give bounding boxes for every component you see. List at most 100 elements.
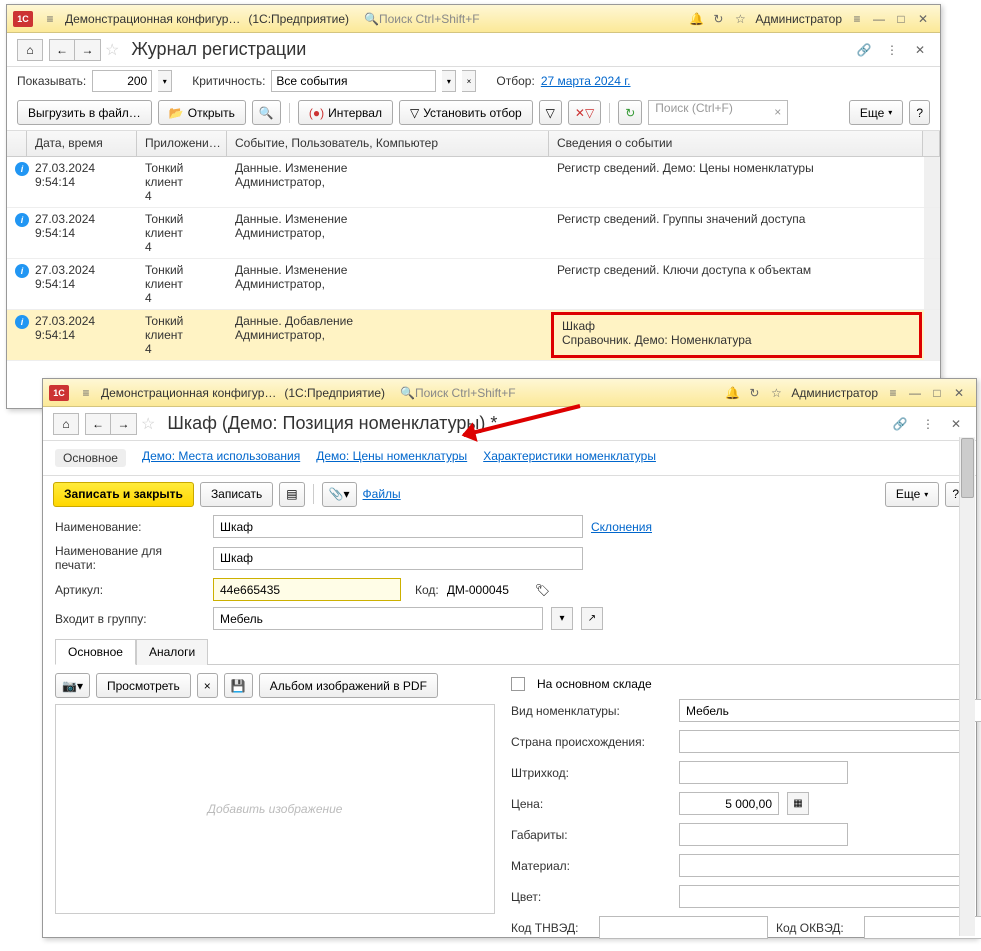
favorite-star-icon[interactable]: ☆ — [105, 40, 119, 60]
code-value — [447, 583, 527, 597]
save-img-button[interactable]: 💾 — [224, 673, 253, 698]
col-date[interactable]: Дата, время — [27, 131, 137, 156]
titlebar: 1C ≡ Демонстрационная конфигур… (1С:Пред… — [7, 5, 940, 33]
camera-button[interactable]: 📷▾ — [55, 673, 90, 698]
tnved-input[interactable] — [599, 916, 768, 939]
crit-clear[interactable]: × — [462, 70, 476, 92]
save-close-button[interactable]: Записать и закрыть — [53, 482, 194, 507]
star-icon[interactable]: ☆ — [765, 383, 787, 403]
global-search[interactable]: 🔍 Поиск Ctrl+Shift+F — [357, 9, 487, 29]
itab-analogs[interactable]: Аналоги — [136, 639, 208, 665]
vertical-scrollbar[interactable] — [959, 437, 975, 936]
set-filter-button[interactable]: ▽Установить отбор — [399, 100, 533, 125]
declensions-link[interactable]: Склонения — [591, 520, 652, 534]
tab-chars[interactable]: Характеристики номенклатуры — [483, 449, 656, 467]
album-button[interactable]: Альбом изображений в PDF — [259, 673, 438, 698]
name-input[interactable] — [213, 515, 583, 538]
filter-on-button[interactable]: ▽ — [539, 100, 562, 125]
find-refs-button[interactable]: 🔍 — [252, 100, 281, 125]
history-icon[interactable]: ↻ — [707, 9, 729, 29]
group-input[interactable] — [213, 607, 543, 630]
material-input[interactable] — [679, 854, 973, 877]
show-stepper[interactable]: ▾ — [158, 70, 172, 92]
home-button[interactable]: ⌂ — [17, 39, 43, 61]
global-search[interactable]: 🔍 Поиск Ctrl+Shift+F — [393, 383, 523, 403]
col-info[interactable]: Сведения о событии — [549, 131, 923, 156]
close-icon[interactable]: ✕ — [912, 9, 934, 29]
tag-icon[interactable]: 🏷 — [535, 583, 550, 597]
col-app[interactable]: Приложени… — [137, 131, 227, 156]
save-button[interactable]: Записать — [200, 482, 273, 507]
attach-button[interactable]: 📎▾ — [322, 482, 357, 507]
maximize-icon[interactable]: □ — [926, 383, 948, 403]
material-label: Материал: — [511, 859, 671, 873]
col-event[interactable]: Событие, Пользователь, Компьютер — [227, 131, 549, 156]
table-search-input[interactable]: Поиск (Ctrl+F)× — [648, 100, 788, 125]
minimize-icon[interactable]: — — [868, 9, 890, 29]
tab-prices[interactable]: Демо: Цены номенклатуры — [316, 449, 467, 467]
clear-img-button[interactable]: × — [197, 673, 218, 698]
export-button[interactable]: Выгрузить в файл… — [17, 100, 152, 125]
forward-button[interactable]: → — [75, 39, 101, 61]
itab-main[interactable]: Основное — [55, 639, 136, 665]
user-label: Администратор — [787, 386, 882, 400]
settings-icon[interactable]: ≡ — [882, 383, 904, 403]
link-icon[interactable]: 🔗 — [890, 414, 910, 434]
country-input[interactable] — [679, 730, 973, 753]
tab-places[interactable]: Демо: Места использования — [142, 449, 300, 467]
table-row[interactable]: i 27.03.20249:54:14 Тонкий клиент4 Данны… — [7, 208, 940, 259]
back-button[interactable]: ← — [85, 413, 111, 435]
interval-button[interactable]: (●)Интервал — [298, 100, 393, 125]
link-icon[interactable]: 🔗 — [854, 40, 874, 60]
view-button[interactable]: Просмотреть — [96, 673, 191, 698]
minimize-icon[interactable]: — — [904, 383, 926, 403]
filter-date-link[interactable]: 27 марта 2024 г. — [541, 74, 631, 88]
back-button[interactable]: ← — [49, 39, 75, 61]
bell-icon[interactable]: 🔔 — [685, 9, 707, 29]
history-icon[interactable]: ↻ — [743, 383, 765, 403]
bell-icon[interactable]: 🔔 — [721, 383, 743, 403]
show-count-input[interactable] — [92, 70, 152, 92]
help-button[interactable]: ? — [909, 100, 930, 125]
favorite-star-icon[interactable]: ☆ — [141, 414, 155, 434]
close-tab-icon[interactable]: ✕ — [946, 414, 966, 434]
app-name: Демонстрационная конфигур… — [61, 12, 244, 26]
home-button[interactable]: ⌂ — [53, 413, 79, 435]
tab-main[interactable]: Основное — [55, 449, 126, 467]
table-row[interactable]: i 27.03.20249:54:14 Тонкий клиент4 Данны… — [7, 157, 940, 208]
barcode-input[interactable] — [679, 761, 848, 784]
forward-button[interactable]: → — [111, 413, 137, 435]
files-link[interactable]: Файлы — [363, 487, 401, 501]
refresh-button[interactable]: ↻ — [618, 100, 642, 125]
open-button[interactable]: 📂Открыть — [158, 100, 246, 125]
stock-checkbox[interactable] — [511, 677, 525, 691]
menu-icon[interactable]: ≡ — [75, 383, 97, 403]
more-menu-icon[interactable]: ⋮ — [882, 40, 902, 60]
calc-icon[interactable]: ▦ — [787, 792, 809, 815]
item-window: 1C ≡ Демонстрационная конфигур… (1С:Пред… — [42, 378, 977, 938]
table-row[interactable]: i 27.03.20249:54:14 Тонкий клиент4 Данны… — [7, 259, 940, 310]
star-icon[interactable]: ☆ — [729, 9, 751, 29]
kind-input[interactable] — [679, 699, 981, 722]
crit-select[interactable] — [271, 70, 436, 92]
menu-icon[interactable]: ≡ — [39, 9, 61, 29]
pname-input[interactable] — [213, 547, 583, 570]
more-button[interactable]: Еще▾ — [849, 100, 903, 125]
price-input[interactable] — [679, 792, 779, 815]
dims-input[interactable] — [679, 823, 848, 846]
settings-icon[interactable]: ≡ — [846, 9, 868, 29]
close-tab-icon[interactable]: ✕ — [910, 40, 930, 60]
group-open[interactable]: ↗ — [581, 607, 603, 630]
more-button-2[interactable]: Еще▾ — [885, 482, 939, 507]
image-placeholder[interactable]: Добавить изображение — [55, 704, 495, 914]
more-menu-icon[interactable]: ⋮ — [918, 414, 938, 434]
table-row[interactable]: i 27.03.20249:54:14 Тонкий клиент4 Данны… — [7, 310, 940, 361]
color-input[interactable] — [679, 885, 973, 908]
article-input[interactable] — [213, 578, 401, 601]
close-icon[interactable]: ✕ — [948, 383, 970, 403]
group-dd[interactable]: ▾ — [551, 607, 573, 630]
crit-dd[interactable]: ▾ — [442, 70, 456, 92]
report-button[interactable]: ▤ — [279, 482, 304, 507]
maximize-icon[interactable]: □ — [890, 9, 912, 29]
filter-off-button[interactable]: ✕▽ — [568, 100, 601, 125]
